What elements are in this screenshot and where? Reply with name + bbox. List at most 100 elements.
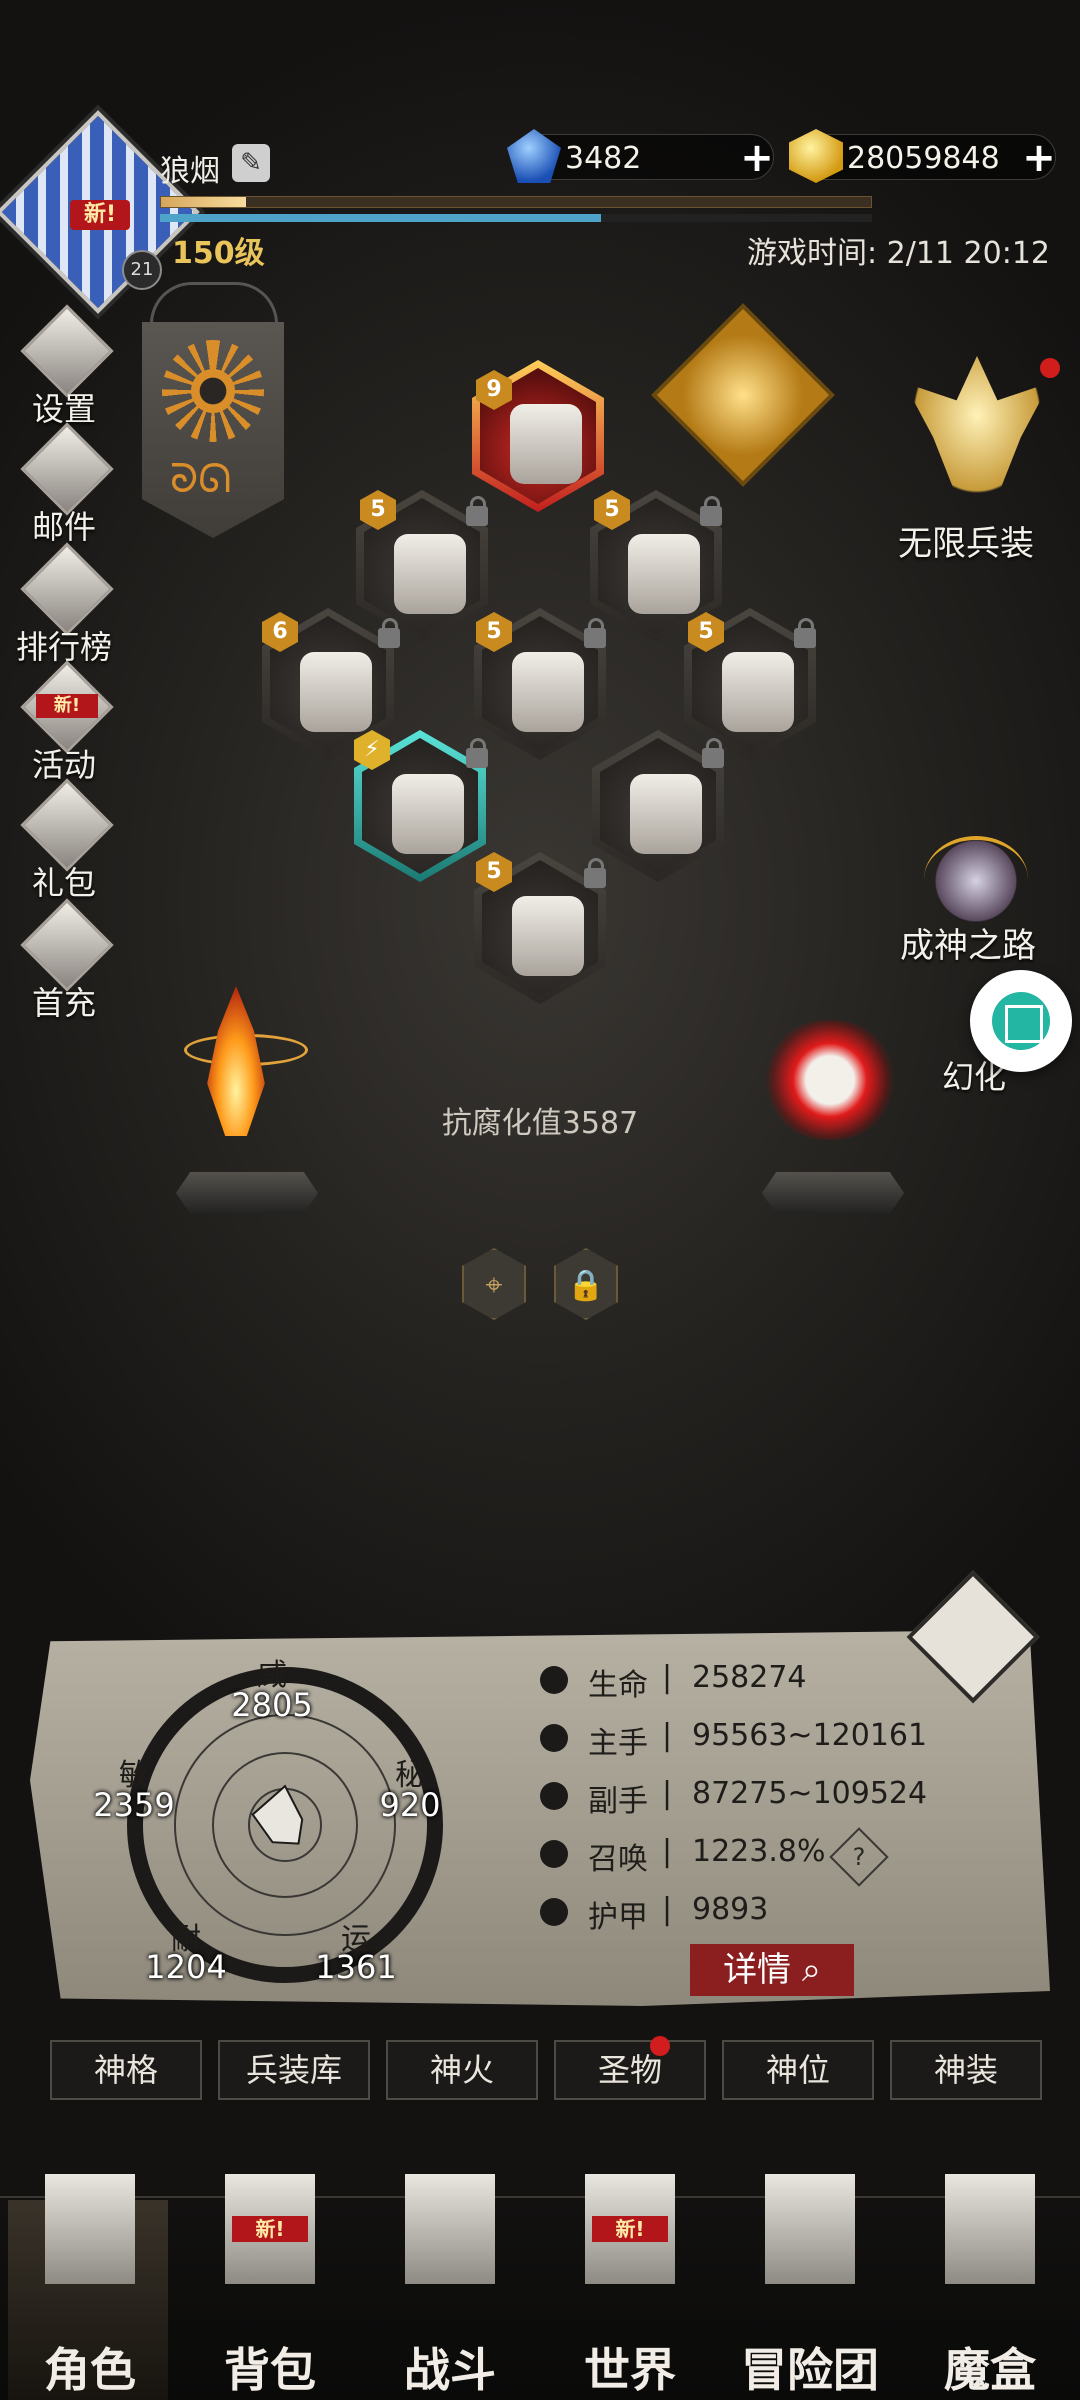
lock-slot-icon[interactable]: 🔒 [554,1248,618,1320]
magnifier-icon: ⌕ [791,1950,821,1990]
nav-label: 世界 [584,2343,676,2397]
crossed-blades-icon [630,774,702,854]
tab-divinity[interactable]: 神格 [50,2040,202,2100]
experience-bar [160,196,872,208]
nav-label: 冒险团 [741,2343,879,2397]
notification-dot [650,2036,670,2056]
nav-label: 角色 [44,2343,136,2397]
stat-name: 护甲 [588,1900,648,1935]
sword-shield-icon [405,2174,495,2284]
stat-row-off-hand: 副手 | 87275~109524 [540,1772,1000,1820]
heart-icon [540,1666,568,1694]
player-name: 狼烟 [160,154,220,189]
main-hand-icon [540,1724,568,1752]
add-gems-button[interactable]: + [737,138,777,179]
nav-adventure-team[interactable]: 冒险团 [720,2160,900,2400]
nav-label: 魔盒 [944,2343,1036,2397]
tab-relics[interactable]: 圣物 [554,2040,706,2100]
godhood-path-icon[interactable] [924,836,1028,922]
menu-gift[interactable]: 礼包 [8,778,120,902]
banner-rope [150,282,278,324]
stat-name: 主手 [588,1726,648,1761]
corrosion-resistance: 抗腐化值3587 [441,1106,639,1141]
nav-label: 背包 [224,2343,316,2397]
stat-value: 1223.8% [692,1834,826,1869]
stat-separator: | [662,1718,673,1753]
banner-glyph-icon: ᘐᘏ [170,456,232,502]
gold-currency: 28059848 + [789,129,1059,183]
menu-ranking[interactable]: 排行榜 [8,542,120,666]
stat-name: 生命 [588,1668,648,1703]
menu-mail[interactable]: 邮件 [8,422,120,546]
stat-row-main-hand: 主手 | 95563~120161 [540,1714,1000,1762]
location-pin-icon[interactable]: ⌖ [462,1248,526,1320]
tab-divine-seat[interactable]: 神位 [722,2040,874,2100]
menu-settings[interactable]: 设置 [8,304,120,428]
help-glyph: ? [852,1843,866,1871]
castle-icon [765,2174,855,2284]
menu-label: 设置 [31,390,96,428]
nav-battle[interactable]: 战斗 [360,2160,540,2400]
pedestal-left [176,1172,318,1214]
cloak-icon [722,652,794,732]
lock-icon [702,738,724,768]
tab-divine-gear[interactable]: 神装 [890,2040,1042,2100]
godhood-path-label[interactable]: 成神之路 [900,918,1036,967]
menu-first-recharge[interactable]: 首充 [8,898,120,1022]
player-level: 150级 [172,236,265,271]
stat-row-armor: 护甲 | 9893 [540,1888,1000,1936]
menu-events[interactable]: 新! 活动 [8,660,120,784]
lion-emblem-icon[interactable] [651,303,835,487]
nav-character[interactable]: 角色 [0,2160,180,2400]
gold-amount: 28059848 [847,141,1000,176]
stat-name: 召唤 [588,1842,648,1877]
infinite-gear-label[interactable]: 无限兵装 [898,516,1034,565]
new-badge: 新! [232,2216,308,2242]
add-gold-button[interactable]: + [1019,138,1059,179]
attr-wei-value: 2805 [231,1686,313,1724]
stat-value: 95563~120161 [692,1718,928,1753]
details-label: 详情 [723,1950,792,1990]
menu-label: 邮件 [31,508,96,546]
tab-armory[interactable]: 兵装库 [218,2040,370,2100]
attr-yun-value: 1361 [315,1948,397,1986]
gold-icon [789,129,843,183]
attr-nai-value: 1204 [145,1948,227,1986]
edit-name-icon[interactable]: ✎ [232,144,270,182]
gem-icon [507,129,561,183]
stat-separator: | [662,1892,673,1927]
stat-separator: | [662,1660,673,1695]
avatar-new-badge: 新! [70,200,130,230]
lock-icon [584,858,606,888]
new-badge: 新! [36,694,98,718]
menu-label: 礼包 [31,864,96,902]
helmet-icon [45,2174,135,2284]
notification-dot [1040,358,1060,378]
lock-icon [466,496,488,526]
stat-value: 9893 [692,1892,769,1927]
menu-label: 活动 [31,746,96,784]
lock-icon [378,618,400,648]
menu-label: 排行榜 [15,628,112,666]
nav-backpack[interactable]: 新! 背包 [180,2160,360,2400]
stat-value: 87275~109524 [692,1776,928,1811]
attr-min-value: 2359 [93,1786,175,1824]
lock-icon [466,738,488,768]
stat-name: 副手 [588,1784,648,1819]
crown-icon [510,404,582,484]
belt-icon [300,652,372,732]
cube-icon [992,992,1050,1050]
stat-row-hp: 生命 | 258274 [540,1656,1000,1704]
infinite-gear-icon[interactable] [904,356,1050,504]
details-button[interactable]: 详情 ⌕ [690,1944,854,1996]
tab-divine-fire[interactable]: 神火 [386,2040,538,2100]
nav-magic-box[interactable]: 魔盒 [900,2160,1080,2400]
gem-currency: 3482 + [507,129,777,183]
boots-icon [512,896,584,976]
stat-row-summon: 召唤 | 1223.8% [540,1830,1000,1878]
floating-cube-button[interactable] [970,970,1072,1072]
nav-world[interactable]: 新! 世界 [540,2160,720,2400]
armor-icon [512,652,584,732]
stat-separator: | [662,1776,673,1811]
stat-value: 258274 [692,1660,807,1695]
